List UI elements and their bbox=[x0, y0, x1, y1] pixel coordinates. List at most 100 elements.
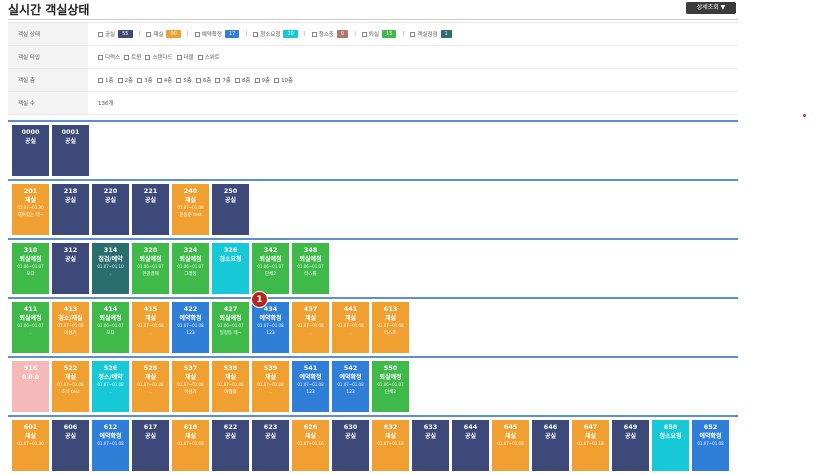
room-card[interactable]: 618 재실 01.07~01.08 bbox=[172, 420, 209, 471]
room-card[interactable]: 633 공실 bbox=[412, 420, 449, 471]
checkbox-icon[interactable] bbox=[176, 77, 182, 83]
floor-filter-0[interactable]: 1층 bbox=[98, 76, 114, 84]
checkbox-icon[interactable] bbox=[215, 77, 221, 83]
floor-filter-3[interactable]: 4층 bbox=[156, 76, 172, 84]
detail-search-button[interactable]: 상세조회 ▼ bbox=[686, 2, 736, 14]
type-filter-1[interactable]: 트윈 bbox=[124, 53, 141, 61]
checkbox-icon[interactable] bbox=[137, 77, 143, 83]
status-filter-1[interactable]: 재실 90 bbox=[146, 30, 181, 38]
room-card[interactable]: 221 공실 bbox=[132, 184, 169, 235]
status-filter-0[interactable]: 공실 55 bbox=[98, 30, 133, 38]
floor-filter-5[interactable]: 6층 bbox=[195, 76, 211, 84]
checkbox-icon[interactable] bbox=[361, 31, 367, 37]
floor-filter-6[interactable]: 7층 bbox=[215, 76, 231, 84]
room-card[interactable]: 437 재실 01.07~01.08. bbox=[292, 302, 329, 353]
room-card[interactable]: 434 예약확정 01.07~01.08 123 bbox=[252, 302, 289, 353]
room-card[interactable]: 516 0.0.0 bbox=[12, 361, 49, 412]
room-card[interactable]: 652 예약확정 01.07~01.08 bbox=[692, 420, 729, 471]
type-filter-4[interactable]: 스위트 bbox=[197, 53, 220, 61]
room-card[interactable]: 541 예약확정 01.07~01.08 123 bbox=[292, 361, 329, 412]
room-card[interactable]: 622 공실 bbox=[212, 420, 249, 471]
status-filter-4[interactable]: 청소중 0 bbox=[311, 30, 349, 38]
room-card[interactable]: 647 재실 01.07~03.18 bbox=[572, 420, 609, 471]
checkbox-icon[interactable] bbox=[117, 77, 123, 83]
room-card[interactable]: 617 공실 bbox=[132, 420, 169, 471]
checkbox-icon[interactable] bbox=[234, 77, 240, 83]
room-card[interactable]: 613 재실 01.07~01.08 터스트 bbox=[372, 302, 409, 353]
checkbox-icon[interactable] bbox=[156, 77, 162, 83]
floor-filter-1[interactable]: 2층 bbox=[117, 76, 133, 84]
room-card[interactable]: 650 청소요청 bbox=[652, 420, 689, 471]
room-card[interactable]: 646 공실 bbox=[532, 420, 569, 471]
checkbox-icon[interactable] bbox=[98, 77, 103, 83]
room-card[interactable]: 441 재실 01.07~01.08. bbox=[332, 302, 369, 353]
room-card[interactable]: 427 퇴실예정 01.06~01.07 일정등 테~ bbox=[212, 302, 249, 353]
room-card[interactable]: 630 공실 bbox=[332, 420, 369, 471]
checkbox-icon[interactable] bbox=[410, 31, 416, 37]
room-card[interactable]: 526 청소/예약 01.07~01.08. bbox=[92, 361, 129, 412]
room-card[interactable]: 606 공실 bbox=[52, 420, 89, 471]
checkbox-icon[interactable] bbox=[254, 77, 260, 83]
checkbox-icon[interactable] bbox=[98, 31, 103, 37]
room-card[interactable]: 632 재실 01.07~01.18 bbox=[372, 420, 409, 471]
room-card[interactable]: 201 재실 01.07~01.30 재미있는 테~ bbox=[12, 184, 49, 235]
status-filter-3[interactable]: 청소요청 10 bbox=[253, 30, 298, 38]
floor-filter-8[interactable]: 9층 bbox=[254, 76, 270, 84]
floor-filter-4[interactable]: 5층 bbox=[176, 76, 192, 84]
checkbox-icon[interactable] bbox=[253, 31, 259, 37]
room-card[interactable]: 623 공실 bbox=[252, 420, 289, 471]
room-card[interactable]: 320 퇴실예정 01.06~01.07 한강결제 bbox=[132, 243, 169, 294]
checkbox-icon[interactable] bbox=[195, 77, 201, 83]
room-card[interactable]: 601 재실 01.07~01.30 bbox=[12, 420, 49, 471]
room-card[interactable]: 538 재실 01.07~01.08 여행링 bbox=[212, 361, 249, 412]
room-dates: 01.06~01.07 bbox=[297, 264, 324, 269]
type-filter-0[interactable]: 디럭스 bbox=[98, 53, 120, 61]
checkbox-icon[interactable] bbox=[197, 54, 203, 60]
room-card[interactable]: 649 공실 bbox=[612, 420, 649, 471]
room-card[interactable]: 220 공실 bbox=[92, 184, 129, 235]
room-card[interactable]: 645 재실 01.07~01.08 bbox=[492, 420, 529, 471]
room-card[interactable]: 542 예약확정 01.07~01.08 123 bbox=[332, 361, 369, 412]
room-card[interactable]: 522 재실 01.07~01.08 조식 test bbox=[52, 361, 89, 412]
room-card[interactable]: 539 재실 01.07~01.08. bbox=[252, 361, 289, 412]
type-filter-3[interactable]: 더블 bbox=[176, 53, 194, 61]
room-card[interactable]: 550 퇴실예정 01.06~01.07 단체2 bbox=[372, 361, 409, 412]
room-card[interactable]: 413 청소/재실 01.07~01.08 이성겨 bbox=[52, 302, 89, 353]
room-card[interactable]: 537 재실 01.07~01.08 이성겨 bbox=[172, 361, 209, 412]
room-card[interactable]: 0000 공실 bbox=[12, 125, 49, 176]
room-card[interactable]: 348 퇴실예정 01.06~01.07 터스톨 bbox=[292, 243, 329, 294]
room-card[interactable]: 626 재실 01.07~01.16 bbox=[292, 420, 329, 471]
checkbox-icon[interactable] bbox=[98, 54, 103, 60]
floor-filter-7[interactable]: 8층 bbox=[234, 76, 251, 84]
checkbox-icon[interactable] bbox=[176, 54, 182, 60]
checkbox-icon[interactable] bbox=[311, 31, 317, 37]
room-card[interactable]: 314 점검/예약 01.07~01.10. bbox=[92, 243, 129, 294]
floor-filter-2[interactable]: 3층 bbox=[137, 76, 153, 84]
checkbox-icon[interactable] bbox=[146, 31, 152, 37]
floor-filter-9[interactable]: 10층 bbox=[274, 76, 293, 84]
room-card[interactable]: 310 퇴실예정 01.06~01.07 오다 bbox=[12, 243, 49, 294]
room-card[interactable]: 414 퇴실예정 01.06~01.07 오디 bbox=[92, 302, 129, 353]
room-card[interactable]: 324 퇴실예정 01.06~01.07 그래밍 bbox=[172, 243, 209, 294]
checkbox-icon[interactable] bbox=[194, 31, 200, 37]
room-card[interactable]: 240 재실 01.07~01.08 윤동준 test bbox=[172, 184, 209, 235]
room-card[interactable]: 218 공실 bbox=[52, 184, 89, 235]
room-card[interactable]: 411 퇴실예정 01.06~01.07. bbox=[12, 302, 49, 353]
room-card[interactable]: 250 공실 bbox=[212, 184, 249, 235]
checkbox-icon[interactable] bbox=[274, 77, 280, 83]
checkbox-icon[interactable] bbox=[124, 54, 130, 60]
room-card[interactable]: 0001 공실 bbox=[52, 125, 89, 176]
room-card[interactable]: 415 재실 01.07~01.08. bbox=[132, 302, 169, 353]
status-filter-2[interactable]: 예약확정 17 bbox=[194, 30, 240, 38]
room-card[interactable]: 422 예약확정 01.07~01.08 123 bbox=[172, 302, 209, 353]
checkbox-icon[interactable] bbox=[145, 54, 151, 60]
room-card[interactable]: 342 퇴실예정 01.06~01.07 단체2 bbox=[252, 243, 289, 294]
room-card[interactable]: 312 공실 bbox=[52, 243, 89, 294]
status-filter-5[interactable]: 퇴실 15 bbox=[361, 30, 397, 38]
room-card[interactable]: 644 공실 bbox=[452, 420, 489, 471]
room-card[interactable]: 612 예약확정 01.07~01.08 bbox=[92, 420, 129, 471]
room-card[interactable]: 326 청소요청 bbox=[212, 243, 249, 294]
type-filter-2[interactable]: 스탠다드 bbox=[145, 53, 173, 61]
status-filter-6[interactable]: 객실점검 1 bbox=[410, 30, 452, 38]
room-card[interactable]: 528 재실 01.07~01.08. bbox=[132, 361, 169, 412]
